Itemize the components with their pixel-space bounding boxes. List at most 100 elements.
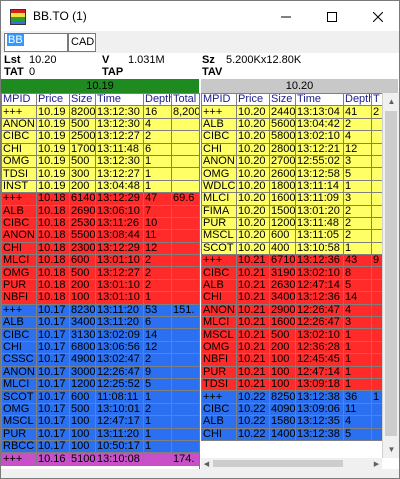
- ask-row[interactable]: SCOT 10.20 400 13:10:58 1: [201, 241, 382, 256]
- vertical-scroll-thumb[interactable]: [385, 111, 397, 436]
- ask-row[interactable]: OMG 10.21 200 12:36:28 1: [201, 340, 382, 355]
- bid-row[interactable]: OMG 10.18 500 13:12:27 2: [1, 266, 199, 280]
- ask-row[interactable]: ALB 10.21 2630 12:47:14 5: [201, 278, 382, 293]
- ask-row[interactable]: ANON 10.21 2900 12:26:47 4: [201, 303, 382, 318]
- minimize-button[interactable]: [263, 1, 309, 32]
- currency-field[interactable]: CAD: [68, 33, 96, 52]
- ask-col-header[interactable]: Depth: [343, 93, 372, 107]
- ask-row[interactable]: CHI 10.22 1400 13:12:38 5: [201, 427, 382, 441]
- bid-row[interactable]: CHI 10.19 1700 13:11:48 6: [1, 142, 199, 156]
- ask-row[interactable]: TDSI 10.21 100 13:09:18 1: [201, 377, 382, 392]
- ask-book-panel: MPID Price Size Time Depth T +++ 10.20 2440 13:1…: [201, 93, 382, 469]
- bid-row[interactable]: PUR 10.17 100 13:11:20 1: [1, 427, 199, 441]
- bid-cell: 13:02:47: [95, 353, 144, 367]
- bid-row[interactable]: ANON 10.19 500 13:12:30 4: [1, 117, 199, 132]
- bid-row[interactable]: CHI 10.17 6800 13:06:56 12: [1, 340, 199, 355]
- bid-cell: [171, 154, 199, 169]
- scroll-down-arrow-icon[interactable]: ▼: [383, 441, 400, 458]
- ask-row[interactable]: MLCI 10.21 1600 12:26:47 3: [201, 316, 382, 330]
- ask-row[interactable]: CIBC 10.20 5800 13:02:10 4: [201, 130, 382, 144]
- bid-row[interactable]: PUR 10.18 200 13:01:10 2: [1, 278, 199, 293]
- ask-row[interactable]: OMG 10.20 2600 13:12:58 5: [201, 167, 382, 181]
- bid-col-header[interactable]: Time: [95, 93, 144, 107]
- bid-row[interactable]: RBCC 10.17 100 10:50:17 1: [1, 439, 199, 454]
- ask-cell: 10.20: [236, 167, 270, 181]
- bid-row[interactable]: MSCL 10.17 100 12:47:17 1: [1, 415, 199, 429]
- bid-col-header[interactable]: Total: [171, 93, 199, 107]
- ask-row[interactable]: CHI 10.21 3400 13:12:36 14: [201, 291, 382, 305]
- bid-row[interactable]: NBFI 10.18 100 13:01:10 1: [1, 291, 199, 305]
- ask-cell: CIBC: [201, 130, 237, 144]
- maximize-button[interactable]: [309, 1, 355, 32]
- ask-row[interactable]: ALB 10.22 1580 13:12:35 4: [201, 415, 382, 429]
- bid-col-header[interactable]: Depth: [143, 93, 172, 107]
- bid-row[interactable]: MLCI 10.18 600 13:01:10 2: [1, 254, 199, 268]
- bid-row[interactable]: CIBC 10.17 3130 13:02:09 14: [1, 328, 199, 342]
- ask-cell: PUR: [201, 216, 237, 231]
- bid-row[interactable]: ALB 10.17 3400 13:11:20 6: [1, 316, 199, 330]
- bid-row[interactable]: CIBC 10.18 2530 13:11:26 10: [1, 216, 199, 231]
- ask-row[interactable]: +++ 10.22 8250 13:12:38 36 1: [201, 390, 382, 404]
- bid-row[interactable]: +++ 10.17 8230 13:11:20 53 151.: [1, 303, 199, 318]
- ask-row[interactable]: +++ 10.20 2440 13:13:04 41 2: [201, 105, 382, 119]
- ask-cell: +++: [201, 390, 237, 404]
- close-button[interactable]: [355, 1, 400, 32]
- ask-row[interactable]: MLCI 10.20 1600 13:11:09 3: [201, 192, 382, 206]
- vertical-scrollbar[interactable]: ▲ ▼: [382, 93, 399, 458]
- ask-col-header[interactable]: MPID: [201, 93, 237, 107]
- ask-row[interactable]: MSCL 10.20 600 13:11:05 2: [201, 229, 382, 243]
- bid-row[interactable]: MLCI 10.17 1200 12:25:52 5: [1, 377, 199, 392]
- bid-cell: CHI: [1, 142, 37, 156]
- bid-row[interactable]: +++ 10.18 6140 13:12:29 47 69.6: [1, 192, 199, 206]
- horizontal-scrollbar[interactable]: ◀ ▶: [201, 458, 382, 469]
- ask-row[interactable]: CHI 10.20 2800 13:12:21 12: [201, 142, 382, 156]
- ask-row[interactable]: ALB 10.20 5600 13:04:42 2: [201, 117, 382, 132]
- ask-row[interactable]: PUR 10.21 100 12:47:14 1: [201, 365, 382, 380]
- bid-col-header[interactable]: Size: [69, 93, 96, 107]
- ask-row[interactable]: CIBC 10.22 4090 13:09:06 11: [201, 402, 382, 417]
- ask-cell: 2630: [269, 278, 296, 293]
- ask-col-header[interactable]: Price: [236, 93, 270, 107]
- ask-cell: CIBC: [201, 266, 237, 280]
- last-label: Lst: [4, 54, 21, 66]
- ask-row[interactable]: PUR 10.20 1200 13:11:48 2: [201, 216, 382, 231]
- ask-col-header[interactable]: T: [371, 93, 382, 107]
- ask-row[interactable]: FIMA 10.20 1500 13:01:20 2: [201, 204, 382, 218]
- scroll-right-arrow-icon[interactable]: ▶: [371, 458, 382, 469]
- bid-row[interactable]: CIBC 10.19 2500 13:12:27 2: [1, 130, 199, 144]
- bid-cell: OMG: [1, 266, 37, 280]
- ask-row[interactable]: NBFI 10.21 100 12:45:45 1: [201, 353, 382, 367]
- bid-row[interactable]: CHI 10.18 2300 13:12:29 12: [1, 241, 199, 256]
- bid-row[interactable]: OMG 10.17 500 13:10:01 2: [1, 402, 199, 417]
- ask-row[interactable]: WDLC 10.20 1800 13:11:14 1: [201, 179, 382, 194]
- bid-row[interactable]: ANON 10.17 3000 12:26:47 9: [1, 365, 199, 380]
- ask-cell: 4090: [269, 402, 296, 417]
- symbol-input[interactable]: BB: [4, 33, 68, 52]
- ask-cell: 2: [343, 229, 372, 243]
- ask-row[interactable]: CIBC 10.21 3190 13:02:10 8: [201, 266, 382, 280]
- bid-cell: 500: [69, 154, 96, 169]
- ask-col-header[interactable]: Size: [269, 93, 296, 107]
- bid-row[interactable]: CSSC 10.17 4900 13:02:47 2: [1, 353, 199, 367]
- horizontal-scroll-thumb[interactable]: [213, 460, 343, 467]
- bid-row[interactable]: +++ 10.19 8200 13:12:30 16 8,200: [1, 105, 199, 119]
- bid-col-header[interactable]: Price: [36, 93, 70, 107]
- bid-col-header[interactable]: MPID: [1, 93, 37, 107]
- ask-col-header[interactable]: Time: [295, 93, 344, 107]
- bid-row[interactable]: +++ 10.16 5100 13:10:08 174.: [1, 452, 199, 466]
- bid-cell: 10.18: [36, 291, 70, 305]
- bid-row[interactable]: INST 10.19 200 13:04:48 1: [1, 179, 199, 194]
- bid-row[interactable]: ALB 10.18 2690 13:06:10 7: [1, 204, 199, 218]
- bid-row[interactable]: TDSI 10.19 300 13:12:27 1: [1, 167, 199, 181]
- bid-row[interactable]: SCOT 10.17 600 11:08:11 1: [1, 390, 199, 404]
- bid-cell: CHI: [1, 340, 37, 355]
- bid-cell: 10.18: [36, 278, 70, 293]
- bid-cell: 500: [69, 266, 96, 280]
- ask-row[interactable]: +++ 10.21 6710 13:12:36 43 9: [201, 254, 382, 268]
- ask-row[interactable]: ANON 10.20 2700 12:55:02 3: [201, 154, 382, 169]
- scroll-left-arrow-icon[interactable]: ◀: [201, 458, 212, 469]
- scroll-up-arrow-icon[interactable]: ▲: [383, 93, 400, 110]
- bid-row[interactable]: OMG 10.19 500 13:12:30 1: [1, 154, 199, 169]
- bid-row[interactable]: ANON 10.18 5500 13:08:44 11: [1, 229, 199, 243]
- ask-row[interactable]: MSCL 10.21 500 13:02:10 1: [201, 328, 382, 342]
